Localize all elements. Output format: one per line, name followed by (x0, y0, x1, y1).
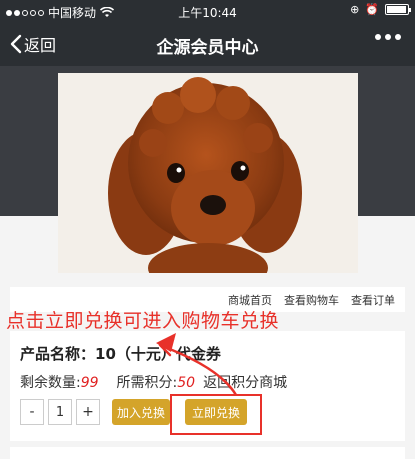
view-cart-link[interactable]: 查看购物车 (284, 292, 339, 308)
battery-icon (385, 4, 411, 15)
points-value: 50 (177, 375, 196, 391)
qty-input[interactable] (48, 399, 72, 425)
quantity-stepper: - + (20, 399, 100, 425)
remaining-label: 剩余数量: (20, 375, 81, 391)
product-meta: 剩余数量: 99 所需积分: 50 返回积分商城 (20, 372, 287, 392)
lock-rotation-icon: ⊕ (350, 3, 360, 16)
alarm-icon: ⏰ (365, 3, 379, 16)
nav-bar: 返回 企源会员中心 (0, 22, 415, 66)
qty-plus-button[interactable]: + (76, 399, 100, 425)
product-name: 产品名称：10（十元）代金券 (20, 343, 221, 364)
status-bar: 中国移动 上午10:44 ⊕ ⏰ (0, 0, 415, 22)
add-exchange-button[interactable]: 加入兑换 (112, 399, 170, 425)
status-right: ⊕ ⏰ (350, 3, 411, 16)
page-title: 企源会员中心 (156, 38, 259, 58)
annotation-text: 点击立即兑换可进入购物车兑换 (6, 310, 280, 332)
points-label: 所需积分: (116, 375, 178, 391)
product-image (58, 73, 358, 273)
product-name-value: 10（十元）代金券 (95, 345, 221, 363)
product-name-label: 产品名称： (20, 345, 96, 363)
remaining-value: 99 (80, 375, 99, 391)
qty-minus-button[interactable]: - (20, 399, 44, 425)
back-to-mall-link[interactable]: 返回积分商城 (203, 372, 287, 392)
next-card (10, 447, 405, 459)
redeem-highlight-box (170, 394, 262, 435)
ellipsis-icon[interactable] (375, 34, 401, 40)
view-orders-link[interactable]: 查看订单 (351, 292, 395, 308)
